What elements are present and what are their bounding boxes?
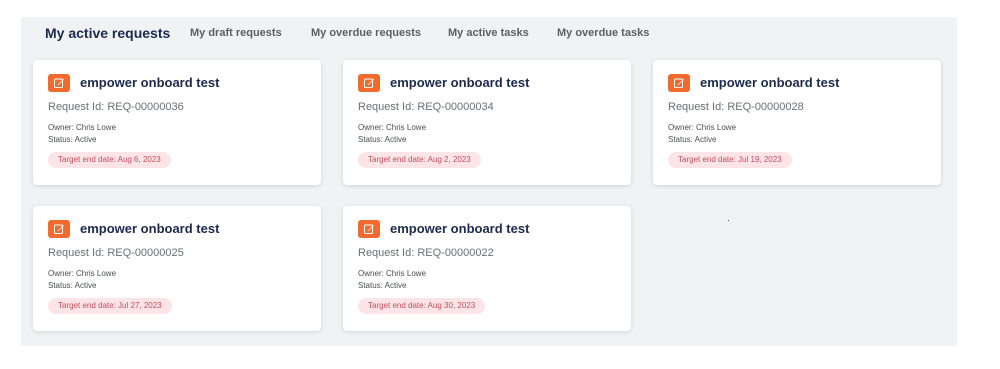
edit-button[interactable] — [358, 220, 380, 238]
status-text: Status: Active — [48, 281, 97, 290]
tab-my-draft-requests[interactable]: My draft requests — [190, 27, 282, 39]
card-title[interactable]: empower onboard test — [390, 221, 529, 236]
edit-button[interactable] — [48, 74, 70, 92]
owner-text: Owner: Chris Lowe — [358, 269, 427, 278]
edit-button[interactable] — [668, 74, 690, 92]
target-date-badge: Target end date: Aug 6, 2023 — [48, 152, 171, 168]
owner-text: Owner: Chris Lowe — [358, 123, 427, 132]
status-text: Status: Active — [48, 135, 97, 144]
tab-my-overdue-requests[interactable]: My overdue requests — [311, 27, 421, 39]
status-text: Status: Active — [668, 135, 717, 144]
owner-text: Owner: Chris Lowe — [48, 123, 117, 132]
request-id: Request Id: REQ-00000036 — [48, 101, 184, 113]
edit-button[interactable] — [48, 220, 70, 238]
card-title[interactable]: empower onboard test — [700, 75, 839, 90]
stray-dot — [728, 220, 729, 221]
card-title[interactable]: empower onboard test — [80, 75, 219, 90]
target-date-badge: Target end date: Jul 19, 2023 — [668, 152, 792, 168]
status-text: Status: Active — [358, 281, 407, 290]
tab-my-active-tasks[interactable]: My active tasks — [448, 27, 529, 39]
request-id: Request Id: REQ-00000022 — [358, 247, 494, 259]
request-card[interactable]: empower onboard test Request Id: REQ-000… — [343, 206, 631, 331]
owner-text: Owner: Chris Lowe — [48, 269, 117, 278]
target-date-badge: Target end date: Aug 2, 2023 — [358, 152, 481, 168]
target-date-badge: Target end date: Aug 30, 2023 — [358, 298, 486, 314]
request-card[interactable]: empower onboard test Request Id: REQ-000… — [33, 60, 321, 185]
edit-icon — [364, 224, 374, 234]
edit-icon — [54, 78, 64, 88]
request-id: Request Id: REQ-00000028 — [668, 101, 804, 113]
edit-icon — [54, 224, 64, 234]
card-title[interactable]: empower onboard test — [390, 75, 529, 90]
status-text: Status: Active — [358, 135, 407, 144]
target-date-badge: Target end date: Jul 27, 2023 — [48, 298, 172, 314]
request-card[interactable]: empower onboard test Request Id: REQ-000… — [653, 60, 941, 185]
card-title[interactable]: empower onboard test — [80, 221, 219, 236]
tab-my-active-requests[interactable]: My active requests — [45, 25, 170, 41]
requests-panel: My active requests My draft requests My … — [21, 17, 957, 346]
tab-my-overdue-tasks[interactable]: My overdue tasks — [557, 27, 649, 39]
edit-icon — [674, 78, 684, 88]
request-card[interactable]: empower onboard test Request Id: REQ-000… — [343, 60, 631, 185]
request-id: Request Id: REQ-00000025 — [48, 247, 184, 259]
request-card[interactable]: empower onboard test Request Id: REQ-000… — [33, 206, 321, 331]
edit-icon — [364, 78, 374, 88]
request-id: Request Id: REQ-00000034 — [358, 101, 494, 113]
owner-text: Owner: Chris Lowe — [668, 123, 737, 132]
tab-bar: My active requests My draft requests My … — [21, 17, 957, 49]
edit-button[interactable] — [358, 74, 380, 92]
